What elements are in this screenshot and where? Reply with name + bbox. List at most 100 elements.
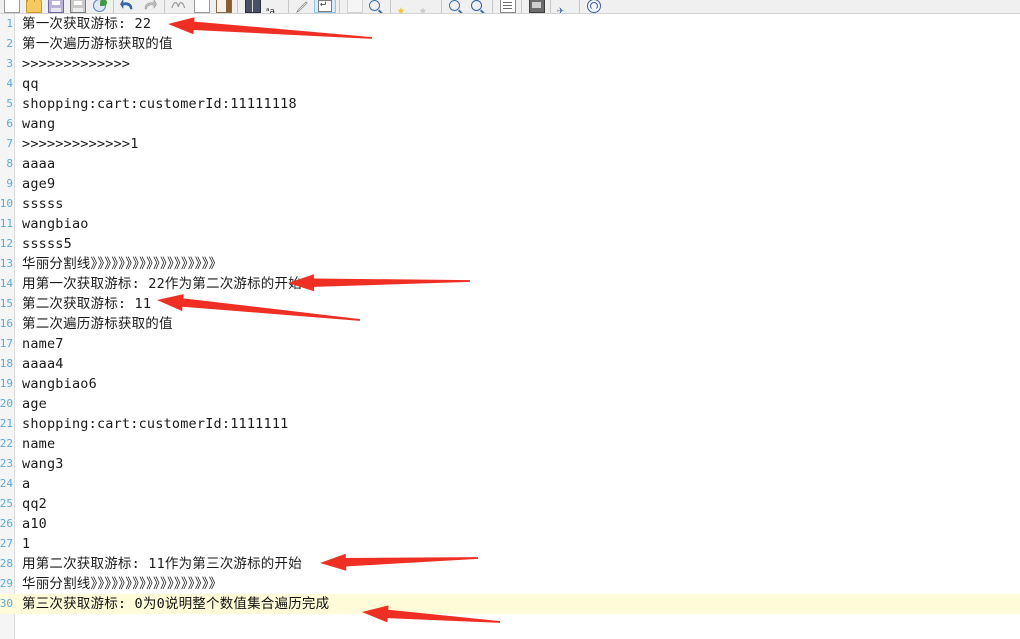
toolbar-separator bbox=[234, 0, 241, 13]
monitor-icon[interactable] bbox=[525, 0, 547, 13]
log-line[interactable]: 17 name7 bbox=[0, 334, 1020, 354]
replace-text-icon[interactable]: ᵃa bbox=[263, 0, 285, 13]
toolbar-separator bbox=[387, 0, 394, 13]
word-wrap-icon[interactable] bbox=[314, 0, 336, 13]
log-line[interactable]: 22 name bbox=[0, 434, 1020, 454]
compare-icon[interactable] bbox=[168, 0, 190, 13]
zoom-out-icon[interactable] bbox=[467, 0, 489, 13]
save-all-icon[interactable] bbox=[66, 0, 88, 13]
log-line[interactable]: 18 aaaa4 bbox=[0, 354, 1020, 374]
bookmark-add-icon[interactable]: ★ bbox=[416, 0, 438, 13]
app-logo-icon[interactable] bbox=[583, 0, 605, 13]
log-line[interactable]: 19 wangbiao6 bbox=[0, 374, 1020, 394]
log-line[interactable]: 3 >>>>>>>>>>>>> bbox=[0, 54, 1020, 74]
toolbar-separator bbox=[438, 0, 445, 13]
line-number: 7 bbox=[6, 137, 13, 150]
log-line[interactable]: 23 wang3 bbox=[0, 454, 1020, 474]
line-number: 1 bbox=[6, 17, 13, 30]
log-line-text: shopping:cart:customerId:11111118 bbox=[22, 96, 297, 112]
log-line-text: name7 bbox=[22, 336, 64, 352]
line-number: 25 bbox=[0, 497, 13, 510]
log-line-text: qq bbox=[22, 76, 39, 92]
line-number: 21 bbox=[0, 417, 13, 430]
toolbar-separator bbox=[576, 0, 583, 13]
log-line-text: 第二次遍历游标获取的值 bbox=[22, 316, 173, 332]
undo-icon[interactable] bbox=[117, 0, 139, 13]
redo-icon[interactable] bbox=[139, 0, 161, 13]
log-line[interactable]: 27 1 bbox=[0, 534, 1020, 554]
log-line[interactable]: 20 age bbox=[0, 394, 1020, 414]
open-folder-icon[interactable] bbox=[22, 0, 44, 13]
toolbar: ᵃa ★★ ✈ bbox=[0, 0, 1020, 14]
book-icon[interactable] bbox=[241, 0, 263, 13]
log-line[interactable]: 13 华丽分割线》》》》》》》》》》》》》》》》》》 bbox=[0, 254, 1020, 274]
log-line-text: wang3 bbox=[22, 456, 64, 472]
toolbar-separator bbox=[489, 0, 496, 13]
log-line-text: 1 bbox=[22, 536, 31, 552]
zoom-in-icon[interactable] bbox=[445, 0, 467, 13]
refresh-globe-icon[interactable] bbox=[88, 0, 110, 13]
log-line[interactable]: 9 age9 bbox=[0, 174, 1020, 194]
log-line[interactable]: 26 a10 bbox=[0, 514, 1020, 534]
log-line-text: 用第二次获取游标: 11作为第三次游标的开始 bbox=[22, 556, 302, 572]
log-output-editor[interactable]: 1 第一次获取游标: 22 2 第一次遍历游标获取的值 3 >>>>>>>>>>>>> 4 q… bbox=[0, 14, 1020, 639]
zoom-icon[interactable] bbox=[365, 0, 387, 13]
line-number: 19 bbox=[0, 377, 13, 390]
toolbar-separator bbox=[161, 0, 168, 13]
line-number: 16 bbox=[0, 317, 13, 330]
log-line[interactable]: 29 华丽分割线》》》》》》》》》》》》》》》》》》 bbox=[0, 574, 1020, 594]
log-line[interactable]: 4 qq bbox=[0, 74, 1020, 94]
log-line[interactable]: 6 wang bbox=[0, 114, 1020, 134]
log-line[interactable]: 10 sssss bbox=[0, 194, 1020, 214]
log-line-text: a bbox=[22, 476, 31, 492]
line-number: 4 bbox=[6, 77, 13, 90]
log-line-text: >>>>>>>>>>>>>1 bbox=[22, 136, 139, 152]
log-line-text: name bbox=[22, 436, 56, 452]
toolbar-separator bbox=[547, 0, 554, 13]
line-number: 8 bbox=[6, 157, 13, 170]
line-number: 13 bbox=[0, 257, 13, 270]
line-number: 12 bbox=[0, 237, 13, 250]
toolbar-separator bbox=[110, 0, 117, 13]
log-line[interactable]: 15 第二次获取游标: 11 bbox=[0, 294, 1020, 314]
log-line[interactable]: 16 第二次遍历游标获取的值 bbox=[0, 314, 1020, 334]
log-line-text: age9 bbox=[22, 176, 56, 192]
log-line-text: sssss5 bbox=[22, 236, 72, 252]
log-line[interactable]: 1 第一次获取游标: 22 bbox=[0, 14, 1020, 34]
line-number: 5 bbox=[6, 97, 13, 110]
pin-icon[interactable]: ✈ bbox=[554, 0, 576, 13]
line-number: 27 bbox=[0, 537, 13, 550]
log-line[interactable]: 2 第一次遍历游标获取的值 bbox=[0, 34, 1020, 54]
new-file-icon[interactable] bbox=[0, 0, 22, 13]
edit-pencil-icon[interactable] bbox=[292, 0, 314, 13]
log-line[interactable]: 14 用第一次获取游标: 22作为第二次游标的开始 bbox=[0, 274, 1020, 294]
log-line[interactable]: 5 shopping:cart:customerId:11111118 bbox=[0, 94, 1020, 114]
log-line-text: 第三次获取游标: 0为0说明整个数值集合遍历完成 bbox=[22, 596, 330, 612]
paste-icon[interactable] bbox=[212, 0, 234, 13]
log-line-text: aaaa bbox=[22, 156, 56, 172]
document-dim-icon[interactable] bbox=[343, 0, 365, 13]
log-line-text: qq2 bbox=[22, 496, 47, 512]
bookmark-star-icon[interactable]: ★ bbox=[394, 0, 416, 13]
copy-icon[interactable] bbox=[190, 0, 212, 13]
log-line[interactable]: 7 >>>>>>>>>>>>>1 bbox=[0, 134, 1020, 154]
log-line[interactable]: 21 shopping:cart:customerId:1111111 bbox=[0, 414, 1020, 434]
line-number: 9 bbox=[6, 177, 13, 190]
log-line[interactable]: 30 第三次获取游标: 0为0说明整个数值集合遍历完成 bbox=[0, 594, 1020, 614]
list-view-icon[interactable] bbox=[496, 0, 518, 13]
line-number: 23 bbox=[0, 457, 13, 470]
line-number: 30 bbox=[0, 597, 13, 610]
log-line[interactable]: 12 sssss5 bbox=[0, 234, 1020, 254]
log-line[interactable]: 8 aaaa bbox=[0, 154, 1020, 174]
save-icon[interactable] bbox=[44, 0, 66, 13]
line-number: 15 bbox=[0, 297, 13, 310]
line-number: 6 bbox=[6, 117, 13, 130]
log-line-text: age bbox=[22, 396, 47, 412]
log-line[interactable]: 11 wangbiao bbox=[0, 214, 1020, 234]
log-line[interactable]: 24 a bbox=[0, 474, 1020, 494]
log-line[interactable]: 25 qq2 bbox=[0, 494, 1020, 514]
toolbar-separator bbox=[518, 0, 525, 13]
log-line-text: wangbiao bbox=[22, 216, 89, 232]
line-number: 18 bbox=[0, 357, 13, 370]
log-line[interactable]: 28 用第二次获取游标: 11作为第三次游标的开始 bbox=[0, 554, 1020, 574]
